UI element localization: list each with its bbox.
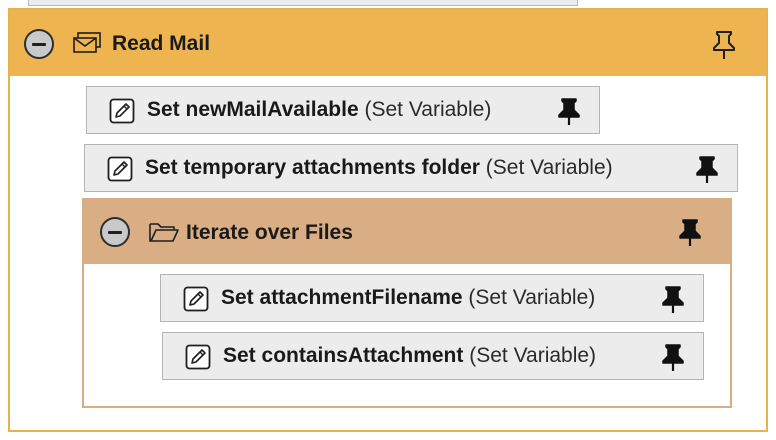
- step-name: Set containsAttachment: [223, 344, 464, 367]
- pin-filled-icon[interactable]: [695, 155, 719, 188]
- pin-filled-icon[interactable]: [661, 343, 685, 376]
- step-name: Set attachmentFilename: [221, 286, 463, 309]
- edit-icon: [183, 286, 209, 317]
- step-type: (Set Variable): [469, 344, 597, 367]
- step-type: (Set Variable): [468, 286, 596, 309]
- mail-stack-icon: [72, 32, 102, 59]
- read-mail-title: Read Mail: [112, 32, 211, 55]
- edit-icon: [109, 98, 135, 129]
- step-label: Set newMailAvailable (Set Variable): [147, 87, 491, 133]
- step-label: Set containsAttachment (Set Variable): [223, 333, 596, 379]
- step-label: Set attachmentFilename (Set Variable): [221, 275, 595, 321]
- collapse-read-mail-button[interactable]: [24, 29, 54, 59]
- folder-open-icon: [148, 221, 180, 248]
- pin-filled-icon[interactable]: [661, 285, 685, 318]
- step-name: Set temporary attachments folder: [145, 156, 480, 179]
- step-name: Set newMailAvailable: [147, 98, 359, 121]
- previous-step-edge: [28, 0, 578, 6]
- step-set-contains-attachment[interactable]: Set containsAttachment (Set Variable): [162, 332, 704, 380]
- iterate-over-files-header[interactable]: Iterate over Files: [84, 200, 730, 264]
- edit-icon: [185, 344, 211, 375]
- step-label: Set temporary attachments folder (Set Va…: [145, 145, 613, 191]
- pin-filled-icon[interactable]: [678, 218, 702, 251]
- step-type: (Set Variable): [485, 156, 613, 179]
- collapse-iterate-button[interactable]: [100, 217, 130, 247]
- read-mail-header[interactable]: Read Mail: [10, 10, 766, 76]
- iterate-over-files-group: Iterate over Files Set attachmentFilenam…: [82, 198, 732, 408]
- pin-outline-icon[interactable]: [712, 30, 736, 65]
- iterate-over-files-title: Iterate over Files: [186, 221, 353, 244]
- edit-icon: [107, 156, 133, 187]
- step-set-temporary-attachments-folder[interactable]: Set temporary attachments folder (Set Va…: [84, 144, 738, 192]
- pin-filled-icon[interactable]: [557, 97, 581, 130]
- step-set-new-mail-available[interactable]: Set newMailAvailable (Set Variable): [86, 86, 600, 134]
- step-type: (Set Variable): [364, 98, 492, 121]
- step-set-attachment-filename[interactable]: Set attachmentFilename (Set Variable): [160, 274, 704, 322]
